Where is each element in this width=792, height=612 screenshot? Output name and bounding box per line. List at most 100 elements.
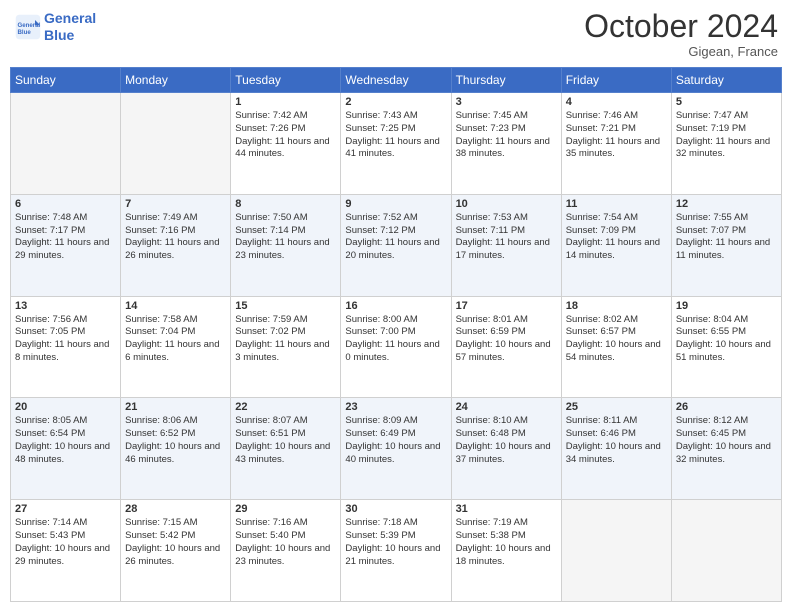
col-tuesday: Tuesday bbox=[231, 68, 341, 93]
table-row: 14 Sunrise: 7:58 AM Sunset: 7:04 PM Dayli… bbox=[121, 296, 231, 398]
day-info: Sunrise: 7:58 AM Sunset: 7:04 PM Dayligh… bbox=[125, 314, 226, 365]
day-number: 5 bbox=[676, 96, 777, 108]
day-number: 10 bbox=[456, 198, 557, 210]
day-info: Sunrise: 7:14 AM Sunset: 5:43 PM Dayligh… bbox=[15, 517, 116, 568]
day-number: 9 bbox=[345, 198, 446, 210]
day-info: Sunrise: 8:10 AM Sunset: 6:48 PM Dayligh… bbox=[456, 415, 557, 466]
table-row: 9 Sunrise: 7:52 AM Sunset: 7:12 PM Daylig… bbox=[341, 194, 451, 296]
day-number: 22 bbox=[235, 401, 336, 413]
table-row: 7 Sunrise: 7:49 AM Sunset: 7:16 PM Daylig… bbox=[121, 194, 231, 296]
day-number: 24 bbox=[456, 401, 557, 413]
table-row: 3 Sunrise: 7:45 AM Sunset: 7:23 PM Daylig… bbox=[451, 93, 561, 195]
table-row: 1Sunrise: 7:42 AM Sunset: 7:26 PM Daylig… bbox=[231, 93, 341, 195]
month-title: October 2024 bbox=[584, 10, 778, 42]
table-row: 27 Sunrise: 7:14 AM Sunset: 5:43 PM Dayli… bbox=[11, 500, 121, 602]
day-info: Sunrise: 7:47 AM Sunset: 7:19 PM Dayligh… bbox=[676, 110, 777, 161]
table-row: 17Sunrise: 8:01 AM Sunset: 6:59 PM Dayli… bbox=[451, 296, 561, 398]
day-info: Sunrise: 7:18 AM Sunset: 5:39 PM Dayligh… bbox=[345, 517, 446, 568]
day-number: 21 bbox=[125, 401, 226, 413]
table-row: 6 Sunrise: 7:48 AM Sunset: 7:17 PM Daylig… bbox=[11, 194, 121, 296]
day-info: Sunrise: 7:55 AM Sunset: 7:07 PM Dayligh… bbox=[676, 212, 777, 263]
col-saturday: Saturday bbox=[671, 68, 781, 93]
day-info: Sunrise: 8:09 AM Sunset: 6:49 PM Dayligh… bbox=[345, 415, 446, 466]
day-info: Sunrise: 7:16 AM Sunset: 5:40 PM Dayligh… bbox=[235, 517, 336, 568]
day-info: Sunrise: 7:56 AM Sunset: 7:05 PM Dayligh… bbox=[15, 314, 116, 365]
day-number: 4 bbox=[566, 96, 667, 108]
day-info: Sunrise: 7:48 AM Sunset: 7:17 PM Dayligh… bbox=[15, 212, 116, 263]
table-row: 25Sunrise: 8:11 AM Sunset: 6:46 PM Dayli… bbox=[561, 398, 671, 500]
day-number: 2 bbox=[345, 96, 446, 108]
day-number: 25 bbox=[566, 401, 667, 413]
col-wednesday: Wednesday bbox=[341, 68, 451, 93]
day-info: Sunrise: 8:00 AM Sunset: 7:00 PM Dayligh… bbox=[345, 314, 446, 365]
day-info: Sunrise: 8:06 AM Sunset: 6:52 PM Dayligh… bbox=[125, 415, 226, 466]
day-info: Sunrise: 7:45 AM Sunset: 7:23 PM Dayligh… bbox=[456, 110, 557, 161]
table-row bbox=[561, 500, 671, 602]
calendar-week-row: 27 Sunrise: 7:14 AM Sunset: 5:43 PM Dayli… bbox=[11, 500, 782, 602]
day-info: Sunrise: 7:52 AM Sunset: 7:12 PM Dayligh… bbox=[345, 212, 446, 263]
table-row: 16Sunrise: 8:00 AM Sunset: 7:00 PM Dayli… bbox=[341, 296, 451, 398]
logo-text: General Blue bbox=[44, 10, 96, 44]
day-number: 7 bbox=[125, 198, 226, 210]
table-row: 19Sunrise: 8:04 AM Sunset: 6:55 PM Dayli… bbox=[671, 296, 781, 398]
logo-line1: General bbox=[44, 10, 96, 27]
day-number: 20 bbox=[15, 401, 116, 413]
table-row bbox=[11, 93, 121, 195]
table-row: 4 Sunrise: 7:46 AM Sunset: 7:21 PM Daylig… bbox=[561, 93, 671, 195]
table-row: 13Sunrise: 7:56 AM Sunset: 7:05 PM Dayli… bbox=[11, 296, 121, 398]
day-number: 27 bbox=[15, 503, 116, 515]
table-row: 5 Sunrise: 7:47 AM Sunset: 7:19 PM Daylig… bbox=[671, 93, 781, 195]
col-sunday: Sunday bbox=[11, 68, 121, 93]
day-info: Sunrise: 7:50 AM Sunset: 7:14 PM Dayligh… bbox=[235, 212, 336, 263]
calendar-week-row: 1Sunrise: 7:42 AM Sunset: 7:26 PM Daylig… bbox=[11, 93, 782, 195]
day-number: 28 bbox=[125, 503, 226, 515]
day-info: Sunrise: 7:59 AM Sunset: 7:02 PM Dayligh… bbox=[235, 314, 336, 365]
day-info: Sunrise: 7:46 AM Sunset: 7:21 PM Dayligh… bbox=[566, 110, 667, 161]
table-row: 2 Sunrise: 7:43 AM Sunset: 7:25 PM Daylig… bbox=[341, 93, 451, 195]
svg-text:Blue: Blue bbox=[18, 29, 32, 36]
calendar-header-row: Sunday Monday Tuesday Wednesday Thursday… bbox=[11, 68, 782, 93]
table-row: 18Sunrise: 8:02 AM Sunset: 6:57 PM Dayli… bbox=[561, 296, 671, 398]
day-number: 6 bbox=[15, 198, 116, 210]
day-info: Sunrise: 7:49 AM Sunset: 7:16 PM Dayligh… bbox=[125, 212, 226, 263]
table-row: 28 Sunrise: 7:15 AM Sunset: 5:42 PM Dayli… bbox=[121, 500, 231, 602]
table-row: 11Sunrise: 7:54 AM Sunset: 7:09 PM Dayli… bbox=[561, 194, 671, 296]
day-number: 18 bbox=[566, 300, 667, 312]
table-row: 23 Sunrise: 8:09 AM Sunset: 6:49 PM Dayli… bbox=[341, 398, 451, 500]
day-info: Sunrise: 7:43 AM Sunset: 7:25 PM Dayligh… bbox=[345, 110, 446, 161]
day-info: Sunrise: 7:53 AM Sunset: 7:11 PM Dayligh… bbox=[456, 212, 557, 263]
table-row bbox=[671, 500, 781, 602]
day-info: Sunrise: 8:07 AM Sunset: 6:51 PM Dayligh… bbox=[235, 415, 336, 466]
day-info: Sunrise: 7:15 AM Sunset: 5:42 PM Dayligh… bbox=[125, 517, 226, 568]
table-row: 24 Sunrise: 8:10 AM Sunset: 6:48 PM Dayli… bbox=[451, 398, 561, 500]
table-row: 8 Sunrise: 7:50 AM Sunset: 7:14 PM Daylig… bbox=[231, 194, 341, 296]
day-number: 8 bbox=[235, 198, 336, 210]
location: Gigean, France bbox=[584, 44, 778, 59]
day-number: 23 bbox=[345, 401, 446, 413]
day-number: 1 bbox=[235, 96, 336, 108]
day-number: 12 bbox=[676, 198, 777, 210]
calendar-week-row: 6 Sunrise: 7:48 AM Sunset: 7:17 PM Daylig… bbox=[11, 194, 782, 296]
logo-icon: General Blue bbox=[14, 13, 42, 41]
page: General Blue General Blue October 2024 G… bbox=[0, 0, 792, 612]
logo-line2: Blue bbox=[44, 27, 96, 44]
table-row: 22 Sunrise: 8:07 AM Sunset: 6:51 PM Dayli… bbox=[231, 398, 341, 500]
day-info: Sunrise: 8:01 AM Sunset: 6:59 PM Dayligh… bbox=[456, 314, 557, 365]
header: General Blue General Blue October 2024 G… bbox=[10, 10, 782, 59]
day-number: 3 bbox=[456, 96, 557, 108]
day-number: 29 bbox=[235, 503, 336, 515]
table-row: 30 Sunrise: 7:18 AM Sunset: 5:39 PM Dayli… bbox=[341, 500, 451, 602]
day-info: Sunrise: 7:54 AM Sunset: 7:09 PM Dayligh… bbox=[566, 212, 667, 263]
table-row: 12 Sunrise: 7:55 AM Sunset: 7:07 PM Dayli… bbox=[671, 194, 781, 296]
col-thursday: Thursday bbox=[451, 68, 561, 93]
table-row: 31Sunrise: 7:19 AM Sunset: 5:38 PM Dayli… bbox=[451, 500, 561, 602]
calendar-table: Sunday Monday Tuesday Wednesday Thursday… bbox=[10, 67, 782, 602]
table-row: 15Sunrise: 7:59 AM Sunset: 7:02 PM Dayli… bbox=[231, 296, 341, 398]
logo: General Blue General Blue bbox=[14, 10, 96, 44]
day-number: 14 bbox=[125, 300, 226, 312]
day-info: Sunrise: 8:04 AM Sunset: 6:55 PM Dayligh… bbox=[676, 314, 777, 365]
day-info: Sunrise: 8:05 AM Sunset: 6:54 PM Dayligh… bbox=[15, 415, 116, 466]
day-number: 30 bbox=[345, 503, 446, 515]
table-row bbox=[121, 93, 231, 195]
col-friday: Friday bbox=[561, 68, 671, 93]
